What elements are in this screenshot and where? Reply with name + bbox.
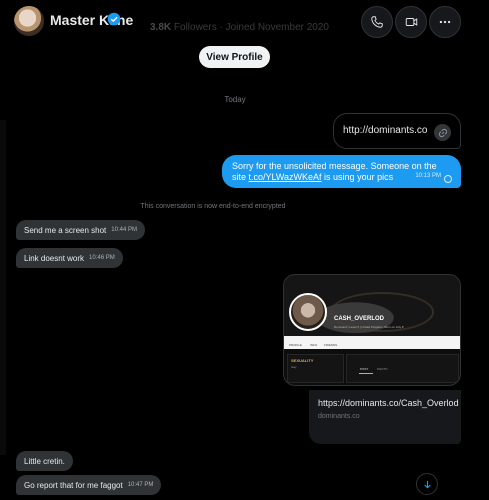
screenshot-image[interactable]: CASH_OVERLOD Dominant | Level 3 | United… — [283, 274, 461, 386]
panel-heading: SEXUALITY — [291, 358, 314, 363]
link-preview-url: https://dominants.co/Cash_Overlod — [318, 398, 459, 408]
verified-badge-icon — [107, 12, 121, 26]
profile-stats-faded: 3.8K Followers · Joined November 2020 — [150, 22, 329, 33]
card-tab-profile: PROFILE — [289, 343, 302, 347]
message-text: Little cretin. — [24, 456, 65, 466]
more-dots-icon — [439, 20, 451, 24]
more-options-button[interactable] — [429, 6, 461, 38]
view-profile-button[interactable]: View Profile — [199, 46, 270, 68]
message-text: Send me a screen shot — [24, 225, 107, 235]
voice-call-button[interactable] — [361, 6, 393, 38]
card-tab-info: INFO — [310, 343, 318, 347]
day-separator: Today — [224, 95, 246, 104]
received-message-bubble[interactable]: Go report that for me faggot 10:47 PM — [16, 475, 162, 495]
encryption-notice: This conversation is now end-to-end encr… — [140, 203, 286, 210]
left-panel-edge — [0, 120, 6, 455]
message-link[interactable]: t.co/YLWazWKeAf — [249, 172, 322, 182]
panel-tab-post: POST — [360, 367, 369, 371]
received-message-bubble[interactable]: Send me a screen shot 10:44 PM — [16, 220, 145, 240]
sent-message-bubble[interactable]: Sorry for the unsolicited message. Someo… — [222, 155, 461, 188]
panel-value: Gay — [291, 365, 297, 369]
link-preview-domain: dominants.co — [318, 413, 360, 420]
link-preview-card[interactable]: https://dominants.co/Cash_Overlod domina… — [309, 390, 461, 444]
scroll-to-bottom-button[interactable] — [416, 473, 438, 495]
sent-link-text[interactable]: http://dominants.co — [343, 125, 428, 136]
card-username: CASH_OVERLOD — [334, 316, 385, 322]
received-message-bubble[interactable]: Link doesnt work 10:46 PM — [16, 248, 123, 268]
message-text: Link doesnt work — [24, 253, 85, 263]
profile-photo — [289, 293, 327, 331]
card-tab-friends: FRIENDS — [324, 343, 338, 347]
video-call-button[interactable] — [395, 6, 427, 38]
card-posts-panel: POST PHOTO — [346, 354, 459, 383]
received-message-bubble[interactable]: Little cretin. — [16, 451, 73, 471]
message-timestamp: 10:46 PM — [89, 255, 115, 261]
phone-icon — [371, 16, 383, 28]
video-camera-icon — [405, 18, 417, 26]
card-sexuality-panel: SEXUALITY Gay — [287, 354, 344, 383]
sent-link-message[interactable]: http://dominants.co — [333, 113, 461, 149]
link-icon — [434, 124, 451, 141]
card-tabs: PROFILE INFO FRIENDS — [284, 336, 460, 349]
seen-status-icon — [444, 175, 452, 183]
avatar[interactable] — [14, 6, 44, 36]
panel-tab-photo: PHOTO — [377, 367, 388, 371]
message-timestamp: 10:44 PM — [111, 227, 137, 233]
message-text-end: is using your pics — [321, 172, 394, 182]
card-bio: Dominant | Level 3 | United Kingdom, Bor… — [334, 325, 404, 329]
arrow-down-icon — [423, 480, 431, 488]
message-timestamp: 10:47 PM — [127, 482, 154, 488]
panel-tab-underline — [359, 373, 373, 374]
conversation-header: Master Kane 3.8K Followers · Joined Nove… — [0, 0, 489, 44]
message-timestamp: 10:13 PM — [415, 173, 441, 179]
message-text: Go report that for me faggot — [24, 480, 123, 490]
